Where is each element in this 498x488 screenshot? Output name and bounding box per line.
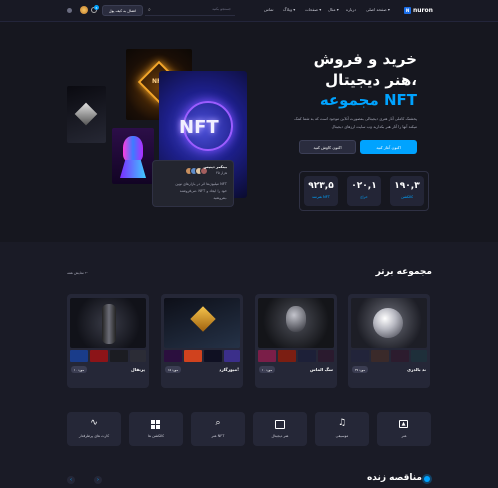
preview-text-line2: می‌فروشند. NFT خود را ایجاد و: [179, 189, 227, 193]
notification-badge: 6: [94, 5, 99, 10]
collection-thumb: [391, 350, 409, 362]
start-now-button[interactable]: اکنون آغاز کنید: [360, 140, 417, 154]
hero-title-line1: خرید و فروش: [313, 50, 417, 68]
collection-name: میوزگارد!: [219, 367, 239, 372]
hero-title-line3: مجموعه NFT: [319, 91, 417, 109]
map-icon: [275, 420, 285, 429]
collection-thumb: [278, 350, 296, 362]
collection-main-image: [258, 298, 334, 348]
collection-thumb: [130, 350, 146, 362]
live-indicator-icon: [424, 476, 430, 482]
nft-image-dark-cube[interactable]: [67, 86, 106, 143]
collection-main-image: [164, 298, 240, 348]
explore-button[interactable]: اکنون کاوش کنید: [299, 140, 356, 154]
collection-main-image: [70, 298, 146, 348]
search-icon: ⌕: [215, 418, 221, 428]
collection-thumb: [298, 350, 316, 362]
nav-contact[interactable]: تماس: [264, 8, 274, 12]
hero-description-line1: پخشنک کاملی آثار هنری دیجیتالی بمصورت آن…: [294, 116, 417, 121]
preview-text-line3: بفروشید.: [213, 196, 227, 200]
collection-thumb: [204, 350, 222, 362]
collection-thumb: [371, 350, 389, 362]
logo-icon[interactable]: N: [404, 7, 411, 14]
collection-count: ۱۵ مورد: [165, 366, 181, 373]
connect-wallet-button[interactable]: اتصال به کیف پول: [102, 5, 143, 16]
collection-card[interactable]: سگ الماس ۱۰ مورد: [255, 294, 337, 388]
collection-thumb: [351, 350, 369, 362]
collection-main-image: [351, 298, 427, 348]
chevron-right-icon[interactable]: ›: [94, 476, 102, 484]
activity-icon: ∿: [90, 418, 98, 428]
view-all-link[interactable]: نمایش همه ←: [67, 271, 88, 276]
collection-card[interactable]: پرتقال ۱۰ مورد: [67, 294, 149, 388]
collection-title: مجموعه برتر: [375, 267, 432, 277]
stat-auctions: ۰۲۰,۱ حراج: [347, 176, 381, 206]
theme-toggle-icon[interactable]: [67, 8, 72, 13]
stat-artists: ۹۲۳,۵ هنرمند NFT: [304, 176, 338, 206]
collection-thumb: [411, 350, 427, 362]
category-art[interactable]: ▲ هنر: [377, 412, 431, 446]
search-placeholder: جستجو بکنید: [212, 7, 231, 11]
category-trending-cards[interactable]: ∿ کارت های پرطرفدار: [67, 412, 121, 446]
nft-neon-label: NFT: [179, 117, 219, 138]
category-nft-art[interactable]: ⌕ هنر NFT: [191, 412, 245, 446]
nav-pages[interactable]: صفحات ▾: [305, 8, 321, 12]
collection-thumb: [184, 350, 202, 362]
nav-blog[interactable]: وبلاگ ▾: [283, 8, 295, 12]
artist-preview-card[interactable]: بیتکمر دینیس ۳۵ هزار میلیون‌ها اثر در با…: [152, 160, 234, 207]
nft-image-glitch-statue[interactable]: [112, 128, 154, 184]
nav-home[interactable]: صفحه اصلی ▾: [366, 8, 390, 12]
chevron-left-icon[interactable]: ‹: [67, 476, 75, 484]
collection-thumb: [164, 350, 182, 362]
nav-example[interactable]: مثال ▾: [328, 8, 339, 12]
image-icon: ▲: [399, 420, 408, 428]
collection-thumb: [90, 350, 108, 362]
category-collections[interactable]: کالکشن ها: [129, 412, 183, 446]
collection-thumb: [318, 350, 334, 362]
collection-card[interactable]: ند بالدری ۲۷ مورد: [348, 294, 430, 388]
preview-text-line1: میلیون‌ها اثر در بازارهای نوین NFT: [175, 182, 227, 186]
collection-name: پرتقال: [131, 367, 145, 372]
logo-text[interactable]: nuron: [413, 8, 433, 14]
avatar[interactable]: [80, 6, 88, 14]
music-icon: ♫: [337, 418, 347, 428]
artist-name: بیتکمر دینیس: [203, 165, 227, 169]
hero-description-line2: میکند آنها را آثار هنر بکدارید وب سایت ا…: [331, 124, 417, 129]
grid-icon: [151, 420, 160, 429]
collection-card[interactable]: میوزگارد! ۱۵ مورد: [161, 294, 243, 388]
category-digital-art[interactable]: هنر دیجیتال: [253, 412, 307, 446]
stat-collections: ۱۹۰,۳ کالکشن: [390, 176, 424, 206]
collection-count: ۲۷ مورد: [352, 366, 368, 373]
artist-meta: ۳۵ هزار: [216, 171, 227, 175]
search-bar[interactable]: ⌕ جستجو بکنید: [145, 5, 235, 16]
live-auction-title: مناقصه زنده: [366, 473, 422, 483]
collection-name: ند بالدری: [407, 367, 426, 372]
collection-count: ۱۰ مورد: [71, 366, 87, 373]
collection-thumb: [258, 350, 276, 362]
search-icon: ⌕: [148, 7, 151, 13]
collection-thumb: [70, 350, 88, 362]
collection-count: ۱۰ مورد: [259, 366, 275, 373]
collection-thumb: [110, 350, 128, 362]
collection-thumb: [224, 350, 240, 362]
collection-name: سگ الماس: [309, 367, 333, 372]
category-music[interactable]: ♫ موسیقی: [315, 412, 369, 446]
hero-title-line2: هنر دیجیتال،: [325, 71, 417, 89]
header: N nuron صفحه اصلی ▾ درباره مثال ▾ صفحات …: [0, 0, 498, 22]
nav-about[interactable]: درباره: [346, 8, 356, 12]
